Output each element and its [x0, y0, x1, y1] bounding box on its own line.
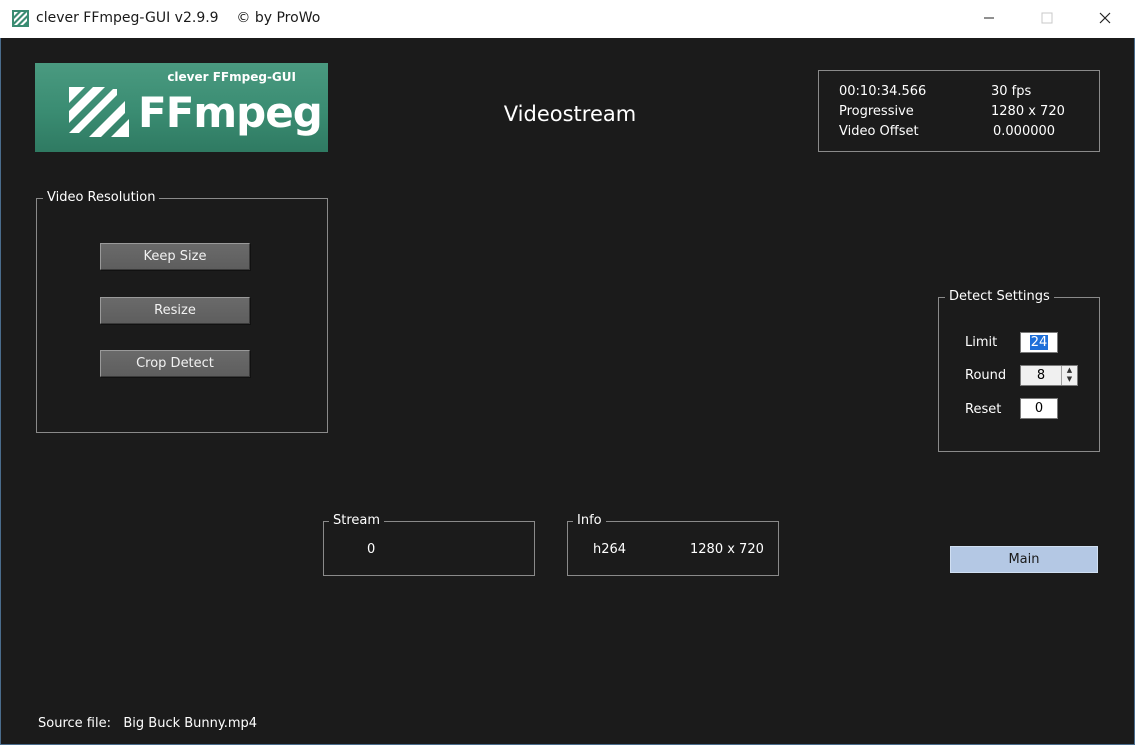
round-label: Round: [965, 368, 1007, 383]
maximize-button[interactable]: [1019, 0, 1077, 38]
detect-settings-title: Detect Settings: [945, 289, 1054, 304]
ffmpeg-app-icon: [12, 10, 29, 27]
round-stepper[interactable]: 8 ▲ ▼: [1020, 365, 1078, 386]
copyright-text: © by ProWo: [236, 10, 321, 26]
video-resolution-group: Video Resolution Keep Size Resize Crop D…: [36, 190, 328, 433]
minimize-button[interactable]: [961, 0, 1019, 38]
main-button[interactable]: Main: [950, 546, 1098, 573]
spin-up-icon[interactable]: ▲: [1062, 366, 1077, 375]
minimize-icon: [984, 17, 994, 19]
video-resolution-title: Video Resolution: [43, 190, 160, 205]
reset-input[interactable]: 0: [1020, 398, 1058, 419]
stream-title: Stream: [329, 513, 385, 528]
resolution-text: 1280 x 720: [991, 104, 1065, 119]
source-file-name: Big Buck Bunny.mp4: [123, 716, 258, 731]
reset-label: Reset: [965, 402, 1002, 417]
limit-label: Limit: [965, 335, 998, 350]
offset-label: Video Offset: [839, 124, 919, 139]
source-file-label: Source file:: [38, 716, 111, 731]
app-title: clever FFmpeg-GUI v2.9.9: [36, 10, 219, 26]
close-button[interactable]: [1077, 0, 1135, 38]
offset-value: 0.000000: [993, 124, 1056, 139]
title-bar: clever FFmpeg-GUI v2.9.9 © by ProWo: [0, 0, 1135, 38]
limit-input[interactable]: 24: [1020, 332, 1058, 353]
maximize-icon: [1041, 12, 1053, 24]
info-resolution-value: 1280 x 720: [690, 542, 764, 557]
source-file-line: Source file: Big Buck Bunny.mp4: [38, 716, 257, 731]
info-title: Info: [573, 513, 606, 528]
codec-value: h264: [593, 542, 627, 557]
keep-size-button[interactable]: Keep Size: [100, 243, 250, 270]
scan-type-text: Progressive: [839, 104, 914, 119]
page-title: Videostream: [503, 102, 637, 126]
duration-text: 00:10:34.566: [839, 84, 927, 99]
round-stepper-arrows[interactable]: ▲ ▼: [1061, 366, 1077, 385]
window-title: clever FFmpeg-GUI v2.9.9 © by ProWo: [36, 10, 320, 26]
round-value: 8: [1036, 368, 1046, 383]
logo-subtitle: clever FFmpeg-GUI: [167, 70, 296, 84]
fps-text: 30 fps: [991, 84, 1032, 99]
resize-button[interactable]: Resize: [100, 297, 250, 324]
stream-index-value: 0: [367, 542, 376, 557]
logo-brand: FFmpeg: [138, 88, 323, 137]
limit-value: 24: [1029, 335, 1049, 350]
stream-group: Stream 0: [323, 513, 535, 576]
crop-detect-button[interactable]: Crop Detect: [100, 350, 250, 377]
close-icon: [1099, 12, 1111, 24]
detect-settings-group: Detect Settings Limit 24 Round 8 ▲ ▼ Res…: [938, 289, 1100, 452]
stream-info-panel: 00:10:34.566 30 fps Progressive 1280 x 7…: [818, 70, 1100, 152]
info-group: Info h264 1280 x 720: [567, 513, 779, 576]
ffmpeg-logo-mark: [69, 87, 129, 137]
ffmpeg-logo: clever FFmpeg-GUI FFmpeg: [35, 63, 328, 152]
spin-down-icon[interactable]: ▼: [1062, 375, 1077, 384]
